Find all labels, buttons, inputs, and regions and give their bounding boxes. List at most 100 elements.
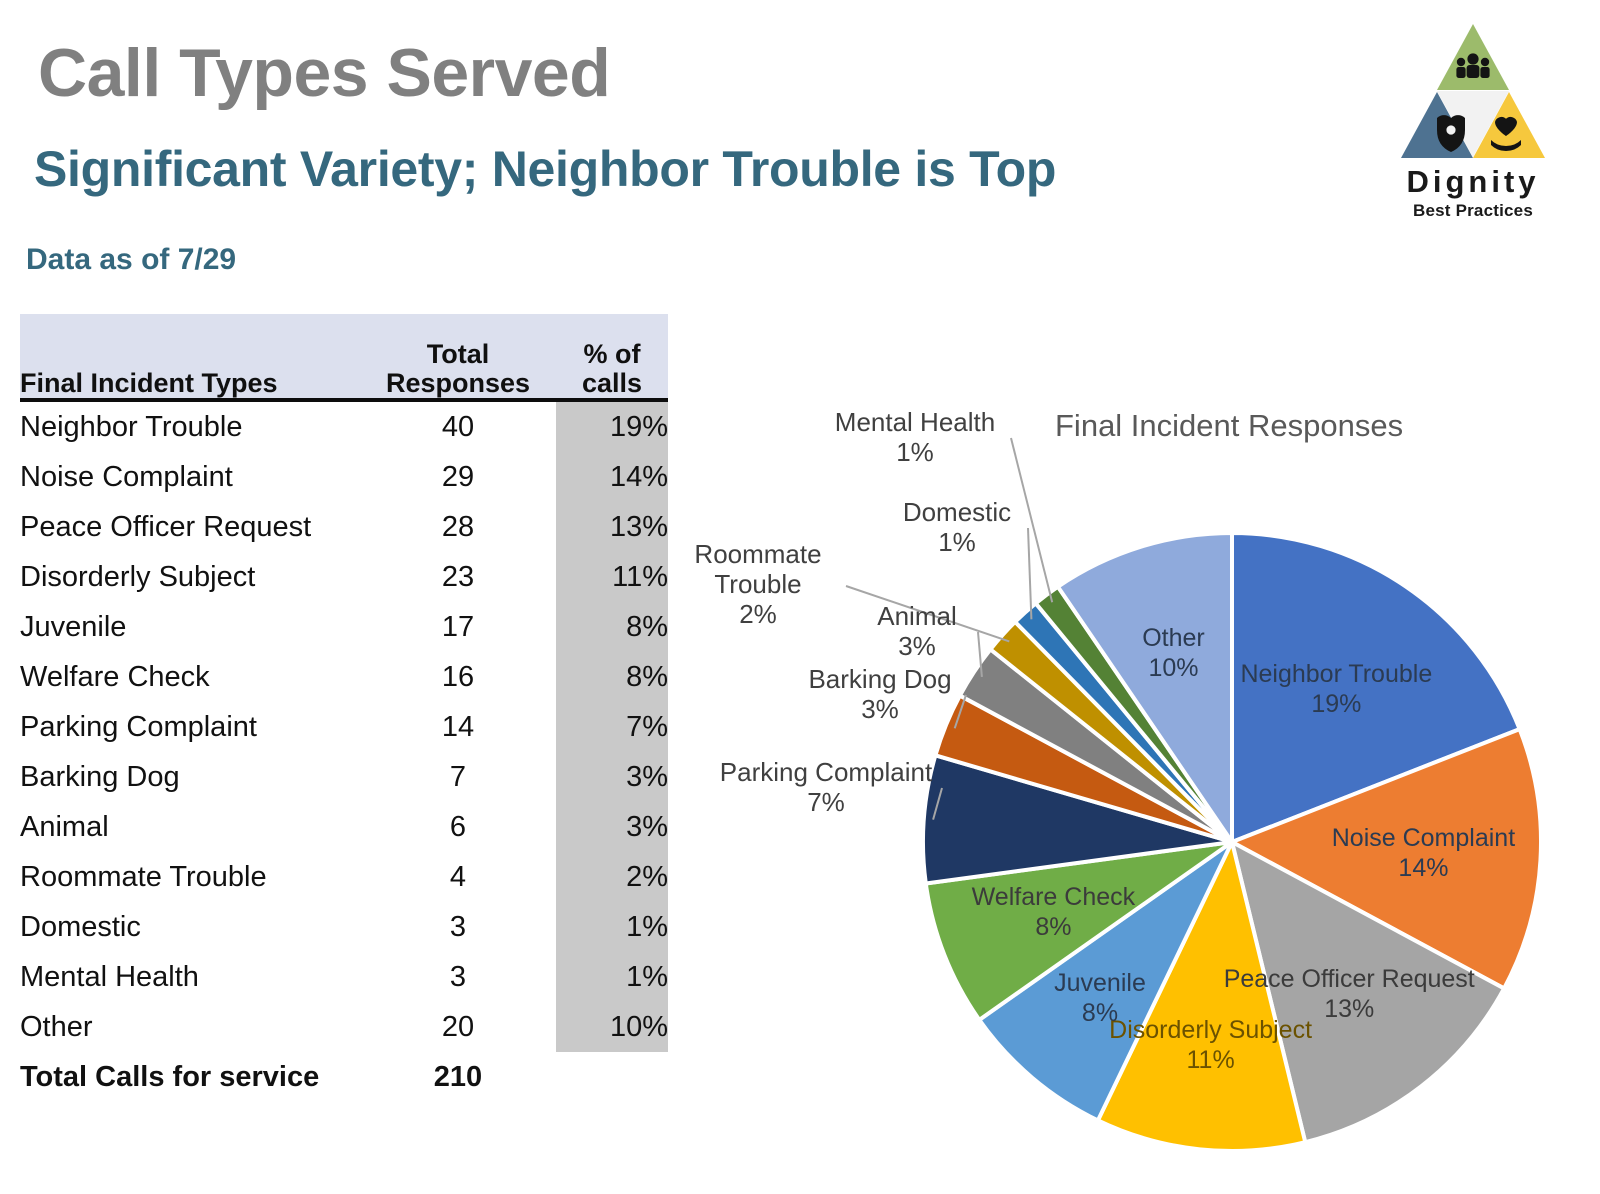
cell-incident-type: Other xyxy=(20,1011,93,1043)
pie-callout-label-name: Animal xyxy=(877,601,957,631)
pie-slice-label-name: Welfare Check xyxy=(971,882,1136,911)
cell-pct-of-calls: 19% xyxy=(556,400,668,452)
table-row: Mental Health 3 1% xyxy=(20,952,668,1002)
cell-total-responses: 7 xyxy=(449,761,467,793)
pie-callout-label-name: Parking Complaint xyxy=(719,757,933,787)
cell-incident-type: Juvenile xyxy=(20,611,127,643)
data-asof-label: Data as of 7/29 xyxy=(26,243,237,276)
table-row: Parking Complaint 14 7% xyxy=(20,702,668,752)
pie-slice-label: Other 10% xyxy=(1142,623,1205,683)
pie-callout-label-name: Barking Dog xyxy=(808,664,952,694)
pie-callout-label-pct: 3% xyxy=(861,693,899,724)
pie-slice-label: Noise Complaint 14% xyxy=(1332,823,1515,883)
pie-slice-label-pct: 8% xyxy=(1081,998,1119,1027)
pie-slice-label-pct: 11% xyxy=(1186,1045,1235,1074)
cell-incident-type: Animal xyxy=(20,811,109,843)
pie-slice-label-pct: 14% xyxy=(1398,854,1449,883)
cell-incident-type: Barking Dog xyxy=(20,761,180,793)
cell-incident-type: Roommate Trouble xyxy=(20,861,267,893)
table-row: Other 20 10% xyxy=(20,1002,668,1052)
logo-wordmark: Dignity xyxy=(1406,164,1540,199)
table-row: Juvenile 17 8% xyxy=(20,602,668,652)
table-row: Neighbor Trouble 40 19% xyxy=(20,400,668,452)
cell-pct-of-calls: 14% xyxy=(556,452,668,502)
pie-slice-label-name: Peace Officer Request xyxy=(1223,964,1475,993)
cell-pct-of-calls: 2% xyxy=(556,852,668,902)
cell-incident-type: Mental Health xyxy=(20,961,199,993)
cell-total-responses: 14 xyxy=(441,711,475,743)
table-header-row: Final Incident Types Total Responses % o… xyxy=(20,314,668,402)
table-row: Noise Complaint 29 14% xyxy=(20,452,668,502)
pie-callout-label: Parking Complaint 7% xyxy=(706,757,946,818)
cell-incident-type: Parking Complaint xyxy=(20,711,257,743)
dignity-logo: Dignity Best Practices xyxy=(1393,18,1553,223)
cell-total-responses: 17 xyxy=(441,611,475,643)
pie-callout-label: Animal 3% xyxy=(852,601,982,662)
cell-incident-type: Neighbor Trouble xyxy=(20,411,243,443)
page-subtitle: Significant Variety; Neighbor Trouble is… xyxy=(34,141,1057,197)
cell-total-responses: 29 xyxy=(441,461,475,493)
cell-pct-of-calls: 3% xyxy=(556,752,668,802)
page-title: Call Types Served xyxy=(38,35,611,111)
pie-slice-label-pct: 19% xyxy=(1311,689,1362,718)
table-row: Domestic 3 1% xyxy=(20,902,668,952)
table-row: Animal 6 3% xyxy=(20,802,668,852)
pie-callout-label-pct: 1% xyxy=(938,526,976,557)
cell-total-responses: 4 xyxy=(449,861,467,893)
table-total-row: Total Calls for service 210 xyxy=(20,1052,668,1102)
pie-slice-label: Welfare Check 8% xyxy=(972,882,1136,942)
cell-total-responses: 3 xyxy=(449,961,467,993)
column-header-total-responses: Total Responses xyxy=(360,314,556,402)
cell-total-responses: 23 xyxy=(441,561,475,593)
cell-incident-type: Disorderly Subject xyxy=(20,561,256,593)
cell-incident-type: Welfare Check xyxy=(20,661,210,693)
pie-slice-label-name: Juvenile xyxy=(1054,968,1146,997)
pie-callout-label: Roommate Trouble 2% xyxy=(678,539,838,630)
cell-total-responses: 28 xyxy=(441,511,475,543)
pie-callout-label-name: Mental Health xyxy=(834,407,996,437)
cell-total-responses: 6 xyxy=(449,811,467,843)
table-row: Disorderly Subject 23 11% xyxy=(20,552,668,602)
pie-slice-label-name: Neighbor Trouble xyxy=(1240,659,1433,688)
table-row: Welfare Check 16 8% xyxy=(20,652,668,702)
column-header-total-responses-text: Total Responses xyxy=(385,338,531,398)
pie-callout-label-pct: 2% xyxy=(739,598,777,629)
pie-slice-label-name: Noise Complaint xyxy=(1331,824,1516,853)
cell-incident-type: Noise Complaint xyxy=(20,461,233,493)
pie-callout-label: Domestic 1% xyxy=(882,497,1032,558)
cell-pct-of-calls: 10% xyxy=(556,1002,668,1052)
table-body: Neighbor Trouble 40 19% Noise Complaint 29 14… xyxy=(20,400,668,1102)
pie-slice-label-pct: 13% xyxy=(1324,994,1375,1023)
cell-total-responses: 20 xyxy=(441,1011,475,1043)
cell-pct-of-calls: 1% xyxy=(556,902,668,952)
cell-pct-of-calls: 7% xyxy=(556,702,668,752)
pie-callout-label-pct: 1% xyxy=(896,436,934,467)
pie-slice-label-name: Other xyxy=(1142,624,1205,653)
cell-pct-of-calls: 8% xyxy=(556,602,668,652)
pie-callout-label: Barking Dog 3% xyxy=(790,664,970,725)
cell-pct-of-calls: 3% xyxy=(556,802,668,852)
call-types-table: Final Incident Types Total Responses % o… xyxy=(20,314,668,1102)
pie-callout-label: Mental Health 1% xyxy=(815,407,1015,468)
column-header-incident-type: Final Incident Types xyxy=(20,314,360,402)
column-header-pct-of-calls: % of calls xyxy=(556,314,668,402)
cell-pct-of-calls: 11% xyxy=(556,552,668,602)
pie-callout-label-name: Roommate Trouble xyxy=(694,539,822,599)
pie-slice-label-pct: 10% xyxy=(1148,654,1199,683)
pie-callout-label-pct: 7% xyxy=(807,786,845,817)
table-row: Barking Dog 7 3% xyxy=(20,752,668,802)
cell-pct-of-calls: 1% xyxy=(556,952,668,1002)
cell-pct-of-calls: 13% xyxy=(556,502,668,552)
cell-total-responses: 3 xyxy=(449,911,467,943)
pie-slice-label: Neighbor Trouble 19% xyxy=(1240,659,1432,719)
table-row: Peace Officer Request 28 13% xyxy=(20,502,668,552)
pie-chart-panel: Final Incident Responses Neighbor Troubl… xyxy=(670,390,1600,1190)
pie-callout-label-name: Domestic xyxy=(902,497,1012,527)
cell-incident-type: Peace Officer Request xyxy=(20,511,312,543)
cell-total-responses-value: 210 xyxy=(433,1061,483,1093)
logo-triangle-graphic xyxy=(1401,24,1545,158)
pie-slice-label: Juvenile 8% xyxy=(1054,968,1146,1028)
cell-total-label: Total Calls for service xyxy=(20,1061,320,1093)
cell-pct-of-calls: 8% xyxy=(556,652,668,702)
pie-callout-label-pct: 3% xyxy=(898,630,936,661)
